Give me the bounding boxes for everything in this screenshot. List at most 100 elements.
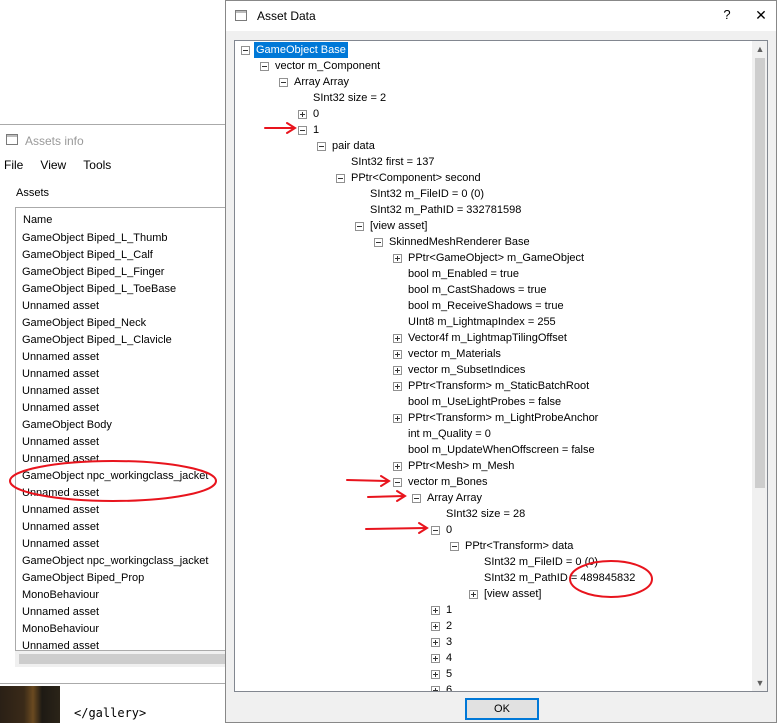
expand-icon[interactable] xyxy=(431,638,440,647)
list-item[interactable]: GameObject Biped_Prop xyxy=(16,570,232,587)
expand-icon[interactable] xyxy=(393,366,402,375)
list-item[interactable]: GameObject npc_workingclass_jacket xyxy=(16,553,232,570)
collapse-icon[interactable] xyxy=(393,478,402,487)
collapse-icon[interactable] xyxy=(431,526,440,535)
expand-icon[interactable] xyxy=(431,686,440,691)
vertical-scrollbar[interactable]: ▲ ▼ xyxy=(752,41,767,691)
tree-node-label: SInt32 m_FileID = 0 (0) xyxy=(484,556,599,568)
tree-node-label: 5 xyxy=(446,668,453,680)
collapse-icon[interactable] xyxy=(260,62,269,71)
collapse-icon[interactable] xyxy=(374,238,383,247)
assets-info-window: Assets info File View Tools Assets Name … xyxy=(0,124,232,684)
list-item[interactable]: Unnamed asset xyxy=(16,383,232,400)
tree-node-label: PPtr<Mesh> m_Mesh xyxy=(408,460,515,472)
gallery-tag-text: </gallery> xyxy=(74,706,147,720)
collapse-icon[interactable] xyxy=(279,78,288,87)
asset-data-titlebar[interactable]: Asset Data ? ✕ xyxy=(226,1,776,31)
background-strip: </gallery> xyxy=(0,684,232,723)
tree-node-label: 1 xyxy=(313,124,320,136)
tree-node-label: int m_Quality = 0 xyxy=(408,428,491,440)
assets-info-title: Assets info xyxy=(25,134,84,148)
collapse-icon[interactable] xyxy=(241,46,250,55)
list-item[interactable]: Unnamed asset xyxy=(16,434,232,451)
tree-node-label: SInt32 m_FileID = 0 (0) xyxy=(370,188,485,200)
list-item[interactable]: Unnamed asset xyxy=(16,638,232,650)
assets-info-titlebar[interactable]: Assets info xyxy=(0,125,231,155)
assets-list[interactable]: Name GameObject Biped_L_Thumb GameObject … xyxy=(15,207,232,651)
tree-node-label: 4 xyxy=(446,652,453,664)
list-item[interactable]: GameObject Biped_L_Thumb xyxy=(16,230,232,247)
scroll-down-icon[interactable]: ▼ xyxy=(752,675,767,691)
collapse-icon[interactable] xyxy=(450,542,459,551)
vertical-scrollbar-thumb[interactable] xyxy=(755,58,765,488)
menu-tools[interactable]: Tools xyxy=(83,158,111,172)
background-image xyxy=(0,686,60,723)
expand-icon[interactable] xyxy=(469,590,478,599)
list-item[interactable]: Unnamed asset xyxy=(16,400,232,417)
asset-data-title: Asset Data xyxy=(257,9,316,23)
collapse-icon[interactable] xyxy=(355,222,364,231)
list-item[interactable]: GameObject npc_workingclass_jacket xyxy=(16,468,232,485)
list-item[interactable]: GameObject Biped_L_Finger xyxy=(16,264,232,281)
expand-icon[interactable] xyxy=(431,622,440,631)
ok-button[interactable]: OK xyxy=(465,698,539,720)
list-item[interactable]: Unnamed asset xyxy=(16,604,232,621)
asset-data-dialog: Asset Data ? ✕ GameObject Base vector m_C… xyxy=(225,0,777,723)
list-item[interactable]: GameObject Biped_L_ToeBase xyxy=(16,281,232,298)
tree-node-label: PPtr<GameObject> m_GameObject xyxy=(408,252,585,264)
assets-label: Assets xyxy=(16,187,50,199)
list-item[interactable]: GameObject Biped_L_Calf xyxy=(16,247,232,264)
list-item[interactable]: Unnamed asset xyxy=(16,485,232,502)
tree-node-label: bool m_ReceiveShadows = true xyxy=(408,300,564,312)
list-item[interactable]: GameObject Body xyxy=(16,417,232,434)
close-button[interactable]: ✕ xyxy=(751,5,771,25)
list-item[interactable]: GameObject Biped_L_Clavicle xyxy=(16,332,232,349)
expand-icon[interactable] xyxy=(431,670,440,679)
expand-icon[interactable] xyxy=(393,350,402,359)
list-item[interactable]: Unnamed asset xyxy=(16,519,232,536)
tree-node-label: SInt32 first = 137 xyxy=(351,156,435,168)
column-header-name[interactable]: Name xyxy=(16,208,232,230)
tree-node-label: PPtr<Transform> data xyxy=(465,540,574,552)
asset-data-tree[interactable]: GameObject Base vector m_Component Array A… xyxy=(234,40,768,692)
expand-icon[interactable] xyxy=(393,462,402,471)
tree-node-label: 0 xyxy=(313,108,320,120)
tree-node-label: SInt32 size = 28 xyxy=(446,508,526,520)
tree-node-label: SInt32 size = 2 xyxy=(313,92,387,104)
collapse-icon[interactable] xyxy=(412,494,421,503)
tree-node-label: 1 xyxy=(446,604,453,616)
expand-icon[interactable] xyxy=(298,110,307,119)
help-button[interactable]: ? xyxy=(720,7,734,23)
scroll-up-icon[interactable]: ▲ xyxy=(752,41,767,57)
menu-view[interactable]: View xyxy=(40,158,66,172)
expand-icon[interactable] xyxy=(393,334,402,343)
expand-icon[interactable] xyxy=(431,654,440,663)
tree-node-label: 3 xyxy=(446,636,453,648)
list-item[interactable]: Unnamed asset xyxy=(16,366,232,383)
expand-icon[interactable] xyxy=(393,254,402,263)
tree-node-label: Vector4f m_LightmapTilingOffset xyxy=(408,332,567,344)
expand-icon[interactable] xyxy=(393,382,402,391)
collapse-icon[interactable] xyxy=(298,126,307,135)
menubar: File View Tools xyxy=(4,158,125,176)
list-item[interactable]: GameObject Biped_Neck xyxy=(16,315,232,332)
expand-icon[interactable] xyxy=(393,414,402,423)
horizontal-scrollbar[interactable] xyxy=(15,651,232,667)
list-item[interactable]: MonoBehaviour xyxy=(16,587,232,604)
list-item[interactable]: MonoBehaviour xyxy=(16,621,232,638)
list-item[interactable]: Unnamed asset xyxy=(16,451,232,468)
tree-node-label: SkinnedMeshRenderer Base xyxy=(389,236,530,248)
horizontal-scrollbar-thumb[interactable] xyxy=(19,654,231,664)
list-item[interactable]: Unnamed asset xyxy=(16,349,232,366)
menu-file[interactable]: File xyxy=(4,158,23,172)
collapse-icon[interactable] xyxy=(336,174,345,183)
tree-node-label: 0 xyxy=(446,524,453,536)
window-icon xyxy=(6,134,18,145)
tree-node-label: PPtr<Component> second xyxy=(351,172,481,184)
list-item[interactable]: Unnamed asset xyxy=(16,298,232,315)
tree-node-label: vector m_Materials xyxy=(408,348,501,360)
list-item[interactable]: Unnamed asset xyxy=(16,536,232,553)
collapse-icon[interactable] xyxy=(317,142,326,151)
list-item[interactable]: Unnamed asset xyxy=(16,502,232,519)
expand-icon[interactable] xyxy=(431,606,440,615)
